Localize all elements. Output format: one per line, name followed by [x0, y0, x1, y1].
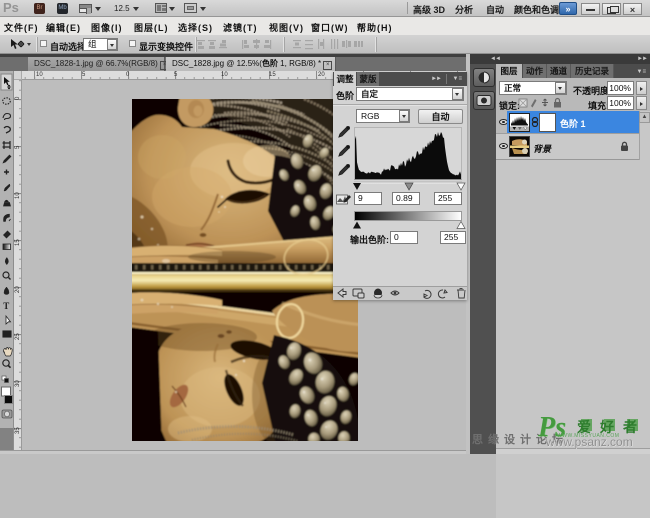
svg-text:T: T: [3, 301, 9, 311]
